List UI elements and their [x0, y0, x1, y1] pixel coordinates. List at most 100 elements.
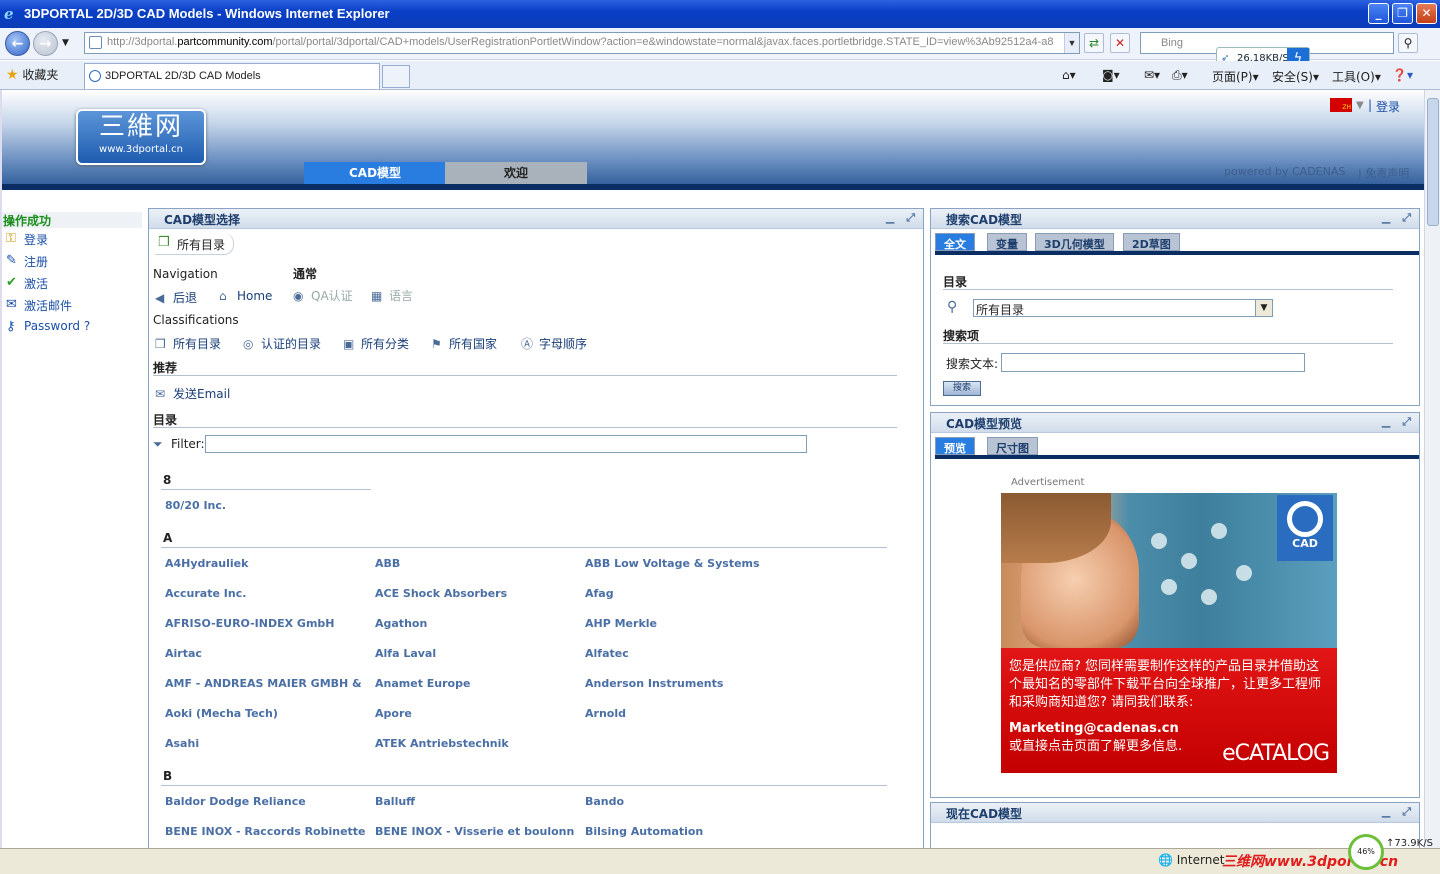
disclaimer-link[interactable]: | 免责声明 — [1358, 165, 1409, 181]
mail-icon[interactable]: ✉▾ — [1144, 68, 1160, 82]
catalog-link[interactable]: Bilsing Automation — [585, 825, 785, 838]
password-icon: ⚷ — [6, 319, 16, 334]
portlet-controls-icon[interactable]: ▁ ⤢ — [1382, 415, 1415, 429]
menu-password[interactable]: ⚷ Password ? — [2, 316, 142, 338]
catalog-link[interactable]: A4Hydrauliek — [165, 557, 365, 570]
catalog-link[interactable]: ACE Shock Absorbers — [375, 587, 575, 600]
close-button[interactable]: ✕ — [1416, 3, 1437, 24]
catalog-link[interactable]: Alfa Laval — [375, 647, 575, 660]
filter-input[interactable] — [205, 435, 807, 453]
forward-icon[interactable]: → — [33, 31, 58, 56]
safety-menu[interactable]: 安全(S)▾ — [1272, 68, 1319, 85]
favorites-button[interactable]: ★ 收藏夹 — [6, 66, 58, 83]
vertical-scrollbar[interactable] — [1424, 90, 1440, 848]
catalog-link[interactable]: Anamet Europe — [375, 677, 575, 690]
catalog-link[interactable]: AFRISO-EURO-INDEX GmbH — [165, 617, 365, 630]
tab-dimensions[interactable]: 尺寸图 — [987, 437, 1038, 455]
scroll-thumb[interactable] — [1427, 98, 1439, 226]
qa-link[interactable]: ◉ QA认证 — [293, 287, 353, 304]
catalog-link[interactable]: Afag — [585, 587, 785, 600]
language-link[interactable]: ▦ 语言 — [371, 287, 413, 304]
browser-tab[interactable]: 3DPORTAL 2D/3D CAD Models — [84, 63, 380, 89]
catalog-link[interactable]: AMF - ANDREAS MAIER GMBH & CO KG — [165, 677, 365, 690]
catalog-select[interactable]: 所有目录 ▼ — [973, 299, 1273, 317]
catalog-link[interactable]: 80/20 Inc. — [165, 499, 365, 512]
catalog-link[interactable]: Accurate Inc. — [165, 587, 365, 600]
tab-3d-geometry[interactable]: 3D几何模型 — [1035, 233, 1114, 251]
language-dropdown-icon[interactable]: ▼ — [1356, 100, 1364, 111]
portlet-controls-icon[interactable]: ▁ ⤢ — [1382, 805, 1415, 819]
all-countries-link[interactable]: ⚑ 所有国家 — [431, 335, 497, 352]
certified-catalogs-link[interactable]: ◎ 认证的目录 — [243, 335, 321, 352]
tools-menu[interactable]: 工具(O)▾ — [1332, 68, 1381, 85]
advertisement[interactable]: CAD 您是供应商? 您同样需要制作这样的产品目录并借助这个最知名的零部件下载平… — [1001, 493, 1337, 773]
catalog-link[interactable]: Airtac — [165, 647, 365, 660]
catalog-link[interactable]: BENE INOX - Visserie et boulonnerie — [375, 825, 575, 838]
tab-welcome[interactable]: 欢迎 — [445, 162, 587, 184]
house-icon: ⌂ — [219, 289, 227, 303]
history-dropdown-icon[interactable]: ▼ — [62, 38, 69, 48]
menu-activation-mail[interactable]: ✉ 激活邮件 — [2, 294, 142, 316]
alphabet-icon: Ⓐ — [521, 337, 534, 351]
catalog-link[interactable]: Aoki (Mecha Tech) — [165, 707, 365, 720]
tab-cad-models[interactable]: CAD模型 — [304, 162, 446, 184]
site-logo[interactable]: 三維网 www.3dportal.cn — [76, 109, 206, 165]
catalog-link[interactable]: Alfatec — [585, 647, 785, 660]
print-icon[interactable]: ⎙▾ — [1172, 68, 1188, 83]
catalog-link[interactable]: ABB — [375, 557, 575, 570]
page-menu[interactable]: 页面(P)▾ — [1212, 68, 1259, 85]
tab-variables[interactable]: 变量 — [987, 233, 1027, 251]
back-arrow-icon: ◀ — [155, 291, 165, 305]
breadcrumb[interactable]: ❒ 所有目录 — [155, 233, 235, 255]
home-icon[interactable]: ⌂▾ — [1062, 68, 1076, 82]
help-icon[interactable]: ❓▾ — [1392, 68, 1413, 82]
alphabetical-label: 字母顺序 — [539, 337, 588, 351]
chevron-down-icon[interactable]: ▼ — [1255, 300, 1272, 316]
maximize-button[interactable]: ❐ — [1392, 3, 1413, 24]
catalog-link[interactable]: Asahi — [165, 737, 365, 750]
send-email-link[interactable]: ✉ 发送Email — [155, 385, 230, 402]
menu-activate[interactable]: ✔ 激活 — [2, 272, 142, 294]
search-go-icon[interactable]: ⚲ — [1398, 33, 1418, 53]
all-classes-link[interactable]: ▣ 所有分类 — [343, 335, 409, 352]
home-link[interactable]: ⌂ Home — [219, 289, 272, 303]
catalog-link[interactable]: Balluff — [375, 795, 575, 808]
search-button[interactable]: 搜索 — [943, 381, 981, 396]
catalog-link[interactable]: ABB Low Voltage & Systems — [585, 557, 785, 570]
dandelion-seed — [1181, 553, 1197, 569]
all-catalogs-link[interactable]: ❒ 所有目录 — [155, 335, 221, 352]
catalog-link[interactable]: Bando — [585, 795, 785, 808]
catalog-link[interactable]: Anderson Instruments — [585, 677, 785, 690]
menu-login[interactable]: ⚿ 登录 — [2, 228, 142, 250]
catalog-link[interactable]: Agathon — [375, 617, 575, 630]
alphabetical-link[interactable]: Ⓐ 字母顺序 — [521, 335, 587, 352]
catalog-link[interactable]: ATEK Antriebstechnik — [375, 737, 575, 750]
star-icon: ★ — [6, 67, 19, 83]
back-link[interactable]: ◀ 后退 — [155, 289, 197, 306]
catalog-link[interactable]: Arnold — [585, 707, 785, 720]
back-icon[interactable]: ← — [5, 31, 30, 56]
tab-2d-sketch[interactable]: 2D草图 — [1123, 233, 1180, 251]
rss-icon[interactable]: ◙▾ — [1102, 68, 1120, 82]
status-message: 操作成功 — [2, 212, 142, 228]
portlet-title: CAD模型预览 — [946, 417, 1023, 431]
tab-fulltext[interactable]: 全文 — [935, 233, 975, 251]
address-dropdown-icon[interactable]: ▼ — [1064, 33, 1079, 53]
portlet-controls-icon[interactable]: ▁ ⤢ — [886, 211, 919, 225]
catalog-link[interactable]: Baldor Dodge Reliance — [165, 795, 365, 808]
login-link[interactable]: 登录 — [1376, 98, 1400, 115]
minimize-button[interactable]: _ — [1368, 3, 1389, 24]
catalog-link[interactable]: BENE INOX - Raccords Robinetterie - Acce… — [165, 825, 365, 838]
catalog-link[interactable]: AHP Merkle — [585, 617, 785, 630]
stop-icon[interactable]: ✕ — [1110, 33, 1130, 53]
refresh-icon[interactable]: ⇄ — [1084, 33, 1104, 53]
navigation-label: Navigation — [153, 267, 218, 281]
catalog-link[interactable]: Apore — [375, 707, 575, 720]
address-bar[interactable]: http://3dportal.partcommunity.com/portal… — [84, 32, 1080, 54]
tab-preview[interactable]: 预览 — [935, 437, 975, 455]
search-text-input[interactable] — [1001, 353, 1305, 372]
portlet-controls-icon[interactable]: ▁ ⤢ — [1382, 211, 1415, 225]
menu-register[interactable]: ✎ 注册 — [2, 250, 142, 272]
flag-icon[interactable]: ZH — [1330, 98, 1352, 112]
new-tab-button[interactable] — [382, 65, 410, 88]
